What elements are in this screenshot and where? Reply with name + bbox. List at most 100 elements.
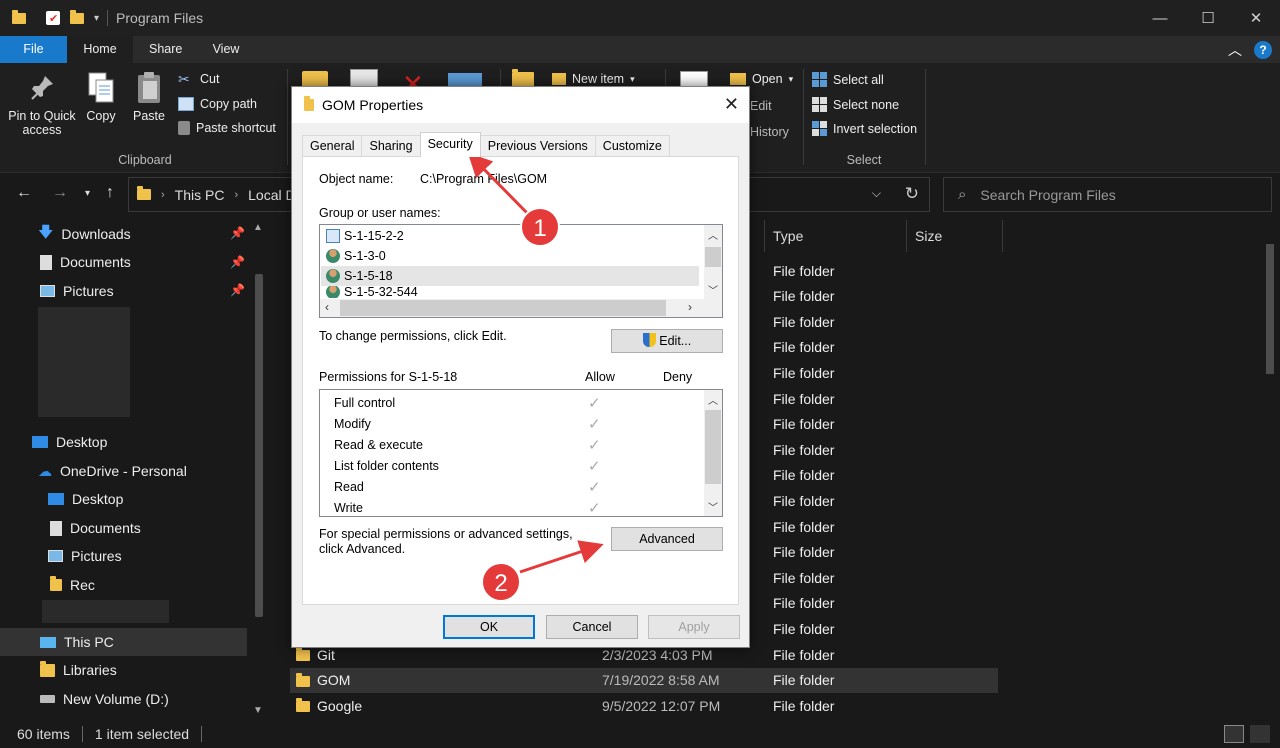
file-name: Git xyxy=(317,646,335,663)
tab-file[interactable]: File xyxy=(0,36,67,63)
group-list-hscrollbar[interactable]: ‹ › xyxy=(320,299,722,317)
details-view-icon[interactable] xyxy=(1224,725,1244,743)
maximize-button[interactable]: ☐ xyxy=(1184,0,1232,36)
properties-icon[interactable]: ✔ xyxy=(46,11,60,25)
ok-button[interactable]: OK xyxy=(443,615,535,639)
tab-view[interactable]: View xyxy=(195,36,257,63)
pin-icon[interactable]: 📌 xyxy=(230,283,245,297)
scroll-thumb[interactable] xyxy=(705,410,721,484)
scroll-up-icon[interactable]: ︿ xyxy=(708,227,718,242)
sidebar-item-libraries[interactable]: Libraries xyxy=(0,656,117,684)
tab-customize[interactable]: Customize xyxy=(594,135,670,157)
paste-shortcut-button[interactable]: Paste shortcut xyxy=(178,121,276,135)
sidebar-item-onedrive-desktop[interactable]: Desktop xyxy=(0,485,123,513)
scroll-up-icon[interactable]: ▲ xyxy=(253,222,263,233)
scroll-up-icon[interactable]: ︿ xyxy=(708,392,718,407)
pin-icon[interactable]: 📌 xyxy=(230,226,245,240)
file-type: File folder xyxy=(773,620,835,637)
breadcrumb-local-disk[interactable]: Local D xyxy=(248,187,295,203)
dialog-close-button[interactable]: ✕ xyxy=(724,94,739,115)
list-item[interactable]: S-1-15-2-2 xyxy=(326,226,704,246)
cut-button[interactable]: ✂ Cut xyxy=(178,72,219,86)
cancel-button[interactable]: Cancel xyxy=(546,615,638,639)
list-item-selected[interactable]: S-1-5-18 xyxy=(321,266,699,286)
minimize-button[interactable]: — xyxy=(1136,0,1184,36)
recent-locations-icon[interactable]: ▾ xyxy=(85,188,90,199)
breadcrumb-chevron-icon[interactable]: › xyxy=(161,189,165,201)
tab-general[interactable]: General xyxy=(302,135,363,157)
up-arrow-icon[interactable]: ↑ xyxy=(106,184,114,202)
customize-qat-icon[interactable]: ▾ xyxy=(94,13,99,24)
large-icons-view-icon[interactable] xyxy=(1250,725,1270,743)
file-date: 2/3/2023 4:03 PM xyxy=(602,646,713,663)
scroll-down-icon[interactable]: ﹀ xyxy=(708,282,718,297)
sidebar-item-new-volume[interactable]: New Volume (D:) xyxy=(0,685,169,713)
new-item-button[interactable]: New item ▾ xyxy=(552,72,635,86)
tab-sharing[interactable]: Sharing xyxy=(361,135,421,157)
pin-icon[interactable]: 📌 xyxy=(230,255,245,269)
tab-security[interactable]: Security xyxy=(419,132,481,157)
sidebar-item-this-pc[interactable]: This PC xyxy=(0,628,247,656)
group-user-listbox[interactable]: S-1-15-2-2 S-1-3-0 S-1-5-18 S-1-5-32-544… xyxy=(319,224,723,318)
close-button[interactable]: ✕ xyxy=(1232,0,1280,36)
breadcrumb-chevron-icon[interactable]: › xyxy=(234,189,238,201)
invert-selection-button[interactable]: Invert selection xyxy=(812,121,917,136)
edit-button[interactable]: Edit... xyxy=(611,329,723,353)
column-header-size[interactable]: Size xyxy=(915,220,942,252)
sidebar-item-documents[interactable]: Documents xyxy=(0,248,131,276)
copy-button[interactable]: Copy xyxy=(80,71,122,123)
tab-previous-versions[interactable]: Previous Versions xyxy=(479,135,596,157)
refresh-icon[interactable]: ↻ xyxy=(905,184,919,204)
collapse-ribbon-icon[interactable]: ︿ xyxy=(1228,40,1242,60)
sidebar-scrollbar[interactable]: ▲ ▼ xyxy=(247,218,270,720)
dialog-title: GOM Properties xyxy=(322,97,424,113)
forward-arrow-icon[interactable]: → xyxy=(52,184,68,202)
sidebar-item-onedrive-documents[interactable]: Documents xyxy=(0,514,141,542)
advanced-button[interactable]: Advanced xyxy=(611,527,723,551)
sidebar-item-rec[interactable]: Rec xyxy=(0,571,95,599)
sidebar-scroll-thumb[interactable] xyxy=(255,274,263,617)
sidebar-item-pictures[interactable]: Pictures xyxy=(0,277,114,305)
address-dropdown-icon[interactable]: ⌵ xyxy=(872,186,881,201)
user-icon xyxy=(326,249,340,263)
sidebar-item-onedrive-pictures[interactable]: Pictures xyxy=(0,542,122,570)
copy-path-button[interactable]: Copy path xyxy=(178,97,257,111)
scroll-thumb[interactable] xyxy=(705,247,721,267)
list-item[interactable]: S-1-3-0 xyxy=(326,246,704,266)
file-list-scrollbar[interactable] xyxy=(1262,218,1280,720)
permission-list-folder: List folder contents xyxy=(334,459,439,473)
pin-quick-access-button[interactable]: Pin to Quick access xyxy=(6,71,78,137)
permissions-vscrollbar[interactable]: ︿ ﹀ xyxy=(704,390,722,516)
open-button[interactable]: Open ▾ xyxy=(730,72,793,86)
tab-share[interactable]: Share xyxy=(133,36,195,63)
invert-selection-icon xyxy=(812,121,827,136)
back-arrow-icon[interactable]: ← xyxy=(16,184,32,202)
group-list-vscrollbar[interactable]: ︿ ﹀ xyxy=(704,225,722,299)
scroll-left-icon[interactable]: ‹ xyxy=(325,300,329,314)
copy-path-label: Copy path xyxy=(200,97,257,111)
select-all-button[interactable]: Select all xyxy=(812,72,884,87)
scroll-right-icon[interactable]: › xyxy=(688,300,692,314)
history-button[interactable]: History xyxy=(750,125,789,139)
sidebar-item-onedrive[interactable]: ☁ OneDrive - Personal xyxy=(0,457,187,485)
file-list-scroll-thumb[interactable] xyxy=(1266,244,1274,374)
table-row[interactable]: Google 9/5/2022 12:07 PM File folder xyxy=(290,693,998,718)
scroll-down-icon[interactable]: ▼ xyxy=(253,705,263,716)
sidebar-item-label: Documents xyxy=(70,520,141,536)
list-item[interactable]: S-1-5-32-544 xyxy=(326,286,704,298)
breadcrumb-this-pc[interactable]: This PC xyxy=(175,187,225,203)
table-row[interactable]: GOM 7/19/2022 8:58 AM File folder xyxy=(290,667,998,693)
paste-button[interactable]: Paste xyxy=(128,71,170,123)
sidebar-item-desktop[interactable]: Desktop xyxy=(0,428,107,456)
file-type: File folder xyxy=(773,339,835,356)
column-header-type[interactable]: Type xyxy=(773,220,803,252)
select-none-button[interactable]: Select none xyxy=(812,97,899,112)
edit-ribbon-button[interactable]: Edit xyxy=(750,99,772,113)
help-icon[interactable]: ? xyxy=(1254,40,1272,59)
scroll-thumb[interactable] xyxy=(340,300,666,316)
scroll-down-icon[interactable]: ﹀ xyxy=(708,499,718,514)
search-input[interactable]: ⌕ Search Program Files xyxy=(943,177,1272,212)
new-folder-icon[interactable] xyxy=(70,9,84,24)
tab-home[interactable]: Home xyxy=(67,36,133,63)
sidebar-item-downloads[interactable]: 🡇 Downloads xyxy=(0,220,131,248)
